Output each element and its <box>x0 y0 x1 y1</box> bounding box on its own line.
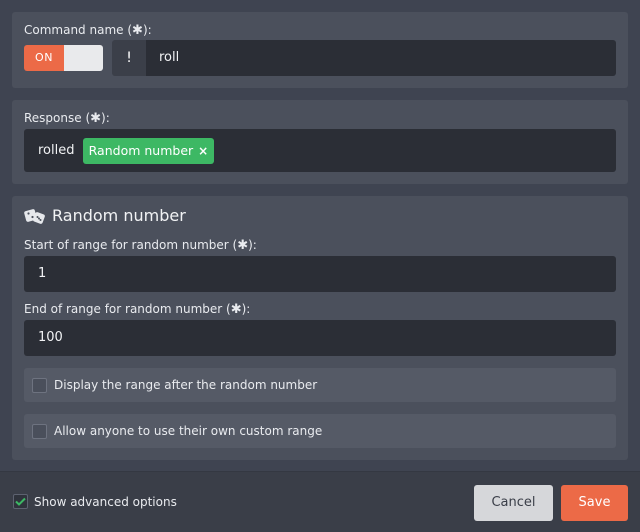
command-name-label-text: Command name ( <box>24 23 133 37</box>
random-number-panel: Random number Start of range for random … <box>12 196 628 460</box>
end-range-label-end: ): <box>241 302 251 316</box>
response-text: rolled <box>38 143 75 158</box>
display-range-label: Display the range after the random numbe… <box>54 378 318 392</box>
advanced-options-toggle[interactable]: Show advanced options <box>13 494 177 509</box>
random-number-title: Random number <box>24 206 186 225</box>
toggle-knob <box>64 45 103 71</box>
start-range-label: Start of range for random number (✱): <box>24 238 257 253</box>
custom-range-label: Allow anyone to use their own custom ran… <box>54 424 323 438</box>
end-range-label: End of range for random number (✱): <box>24 302 250 317</box>
command-prefix: ! <box>112 40 146 76</box>
tag-remove-icon[interactable]: × <box>198 144 208 158</box>
advanced-options-checkbox[interactable] <box>13 494 28 509</box>
required-mark: ✱ <box>90 111 102 126</box>
dialog-footer: Show advanced options Cancel Save <box>0 471 640 532</box>
required-mark: ✱ <box>230 302 242 317</box>
required-mark: ✱ <box>237 238 249 253</box>
command-name-label-end: ): <box>142 23 152 37</box>
tag-label: Random number <box>88 142 194 158</box>
command-name-panel: Command name (✱): ON ! roll <box>12 12 628 88</box>
response-label-end: ): <box>101 111 110 125</box>
random-number-title-text: Random number <box>52 206 186 225</box>
start-range-label-text: Start of range for random number ( <box>24 238 238 252</box>
command-name-input[interactable]: roll <box>146 40 616 76</box>
display-range-checkbox[interactable] <box>32 377 47 393</box>
command-name-label: Command name (✱): <box>24 23 152 38</box>
display-range-option[interactable]: Display the range after the random numbe… <box>24 368 616 402</box>
response-label-text: Response ( <box>24 111 91 125</box>
dice-icon <box>24 208 45 224</box>
custom-range-checkbox[interactable] <box>32 423 47 439</box>
save-button[interactable]: Save <box>561 485 628 521</box>
end-range-label-text: End of range for random number ( <box>24 302 231 316</box>
random-number-tag[interactable]: Random number × <box>82 137 215 164</box>
response-panel: Response (✱): rolled Random number × <box>12 100 628 184</box>
toggle-on-label: ON <box>24 45 64 71</box>
enabled-toggle[interactable]: ON <box>24 45 103 71</box>
custom-range-option[interactable]: Allow anyone to use their own custom ran… <box>24 414 616 448</box>
cancel-button[interactable]: Cancel <box>474 485 553 521</box>
advanced-options-label: Show advanced options <box>34 494 177 509</box>
response-label: Response (✱): <box>24 111 110 126</box>
response-input[interactable]: rolled Random number × <box>24 129 616 172</box>
checkmark-icon <box>15 497 26 506</box>
start-range-input[interactable]: 1 <box>24 256 616 292</box>
start-range-label-end: ): <box>248 238 257 252</box>
end-range-input[interactable]: 100 <box>24 320 616 356</box>
required-mark: ✱ <box>132 23 143 38</box>
